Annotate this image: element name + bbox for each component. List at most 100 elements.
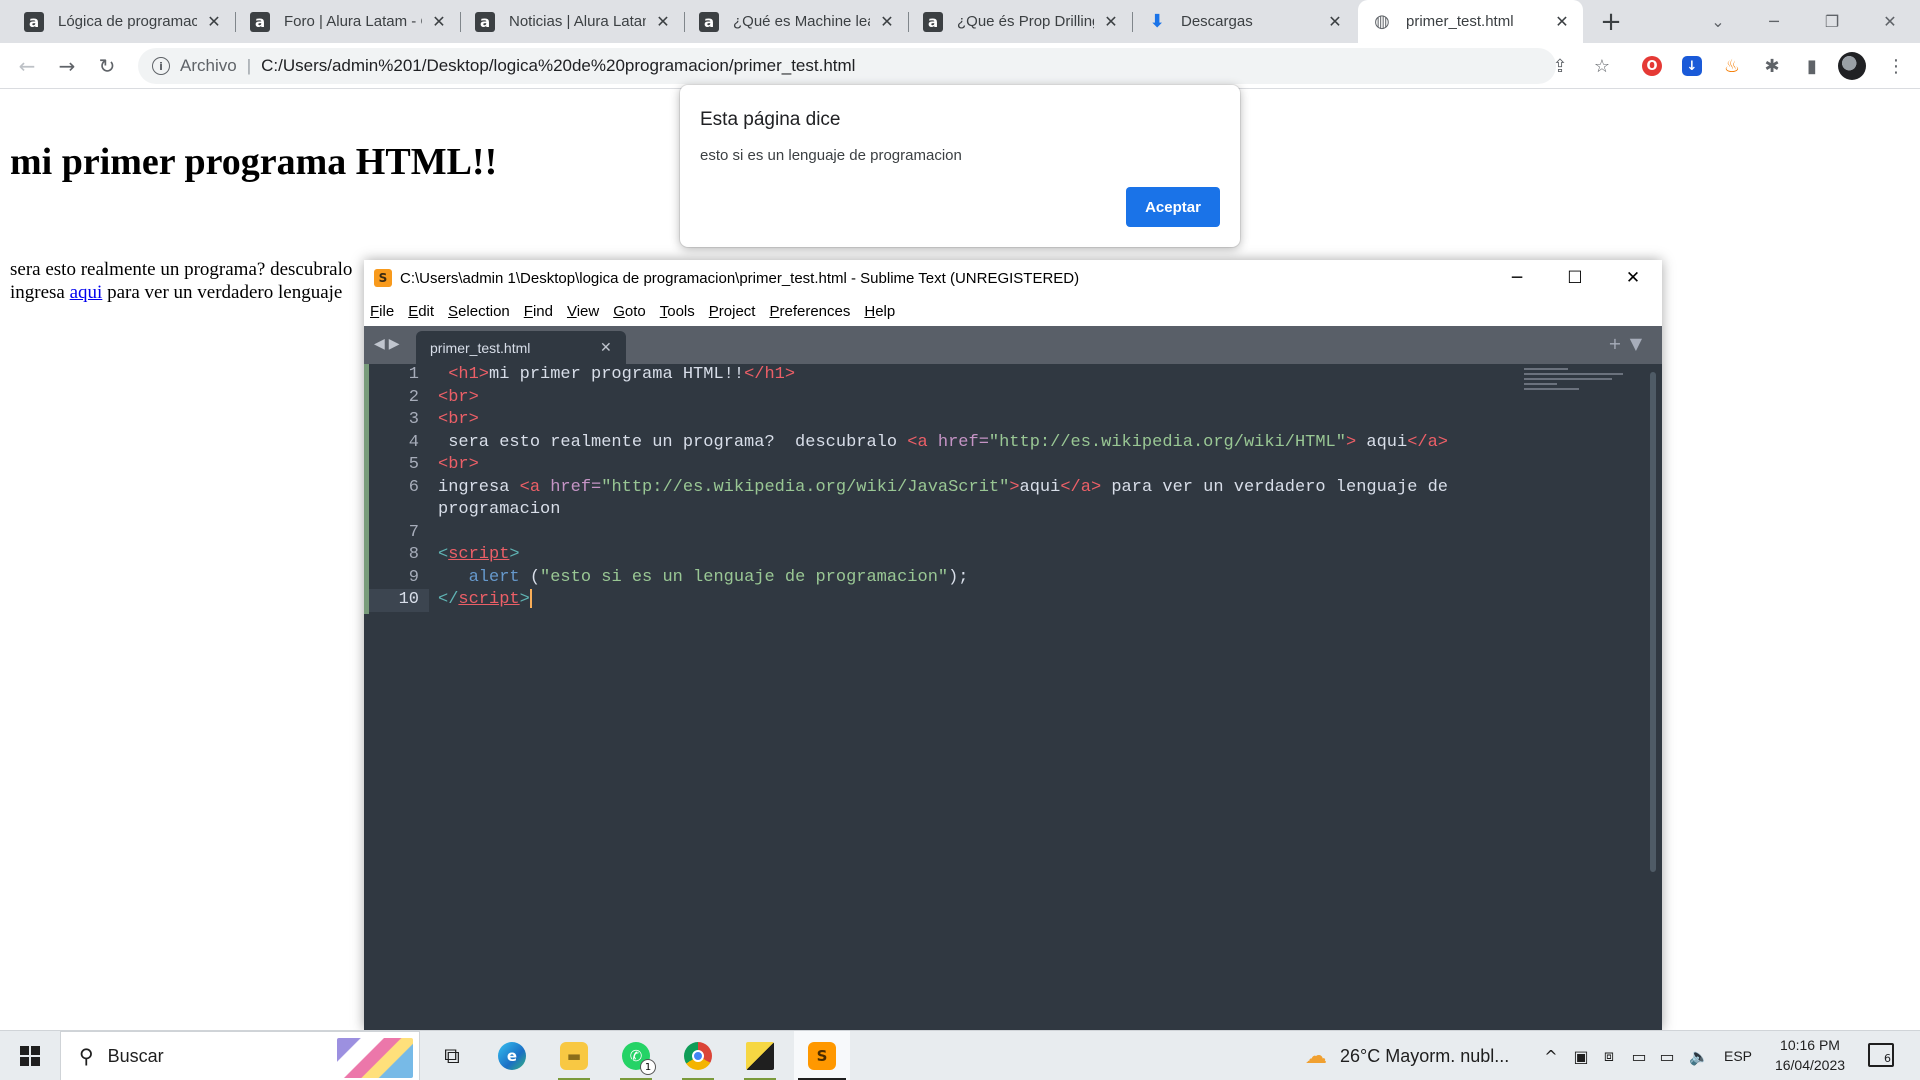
code-token: aqui xyxy=(1019,477,1061,497)
browser-tab-6[interactable]: ⬇ Descargas ✕ xyxy=(1133,0,1356,43)
menu-preferences[interactable]: Preferences xyxy=(769,303,850,320)
code-token: ingresa xyxy=(438,477,520,497)
close-tab-icon[interactable]: ✕ xyxy=(1551,11,1573,33)
taskbar-sticky-notes[interactable] xyxy=(732,1031,788,1080)
battery-icon[interactable]: ▭ xyxy=(1628,1045,1650,1067)
alert-dialog: Esta página dice esto si es un lenguaje … xyxy=(680,85,1240,247)
download-extension-icon[interactable]: ↓ xyxy=(1682,56,1702,76)
page-link-aqui[interactable]: aqui xyxy=(70,282,103,303)
weather-cloud-icon[interactable]: ☁ xyxy=(1300,1044,1332,1069)
menu-goto[interactable]: Goto xyxy=(613,303,646,320)
info-icon[interactable]: i xyxy=(152,57,170,75)
taskbar-sublime-text[interactable]: S xyxy=(794,1031,850,1080)
alert-accept-button[interactable]: Aceptar xyxy=(1126,187,1220,227)
browser-tab-5[interactable]: a ¿Que és Prop Drilling ✕ xyxy=(909,0,1132,43)
alert-message: esto si es un lenguaje de programacion xyxy=(700,147,962,164)
page-text-line-2: ingresa aqui para ver un verdadero lengu… xyxy=(10,282,342,304)
notification-count: 6 xyxy=(1884,1052,1891,1065)
extensions-puzzle-icon[interactable]: ✱ xyxy=(1760,54,1784,78)
restore-icon[interactable]: ❐ xyxy=(1804,0,1860,43)
code-editor[interactable]: 1 2 3 4 5 6 7 8 9 10 <h1>mi primer progr… xyxy=(364,364,1662,1030)
menu-selection[interactable]: Selection xyxy=(448,303,510,320)
close-window-icon[interactable]: ✕ xyxy=(1862,0,1918,43)
opera-extension-icon[interactable]: O xyxy=(1642,56,1662,76)
weather-text[interactable]: 26°C Mayorm. nubl... xyxy=(1340,1031,1509,1080)
browser-toolbar: ← → ↻ i Archivo | C:/Users/admin%201/Des… xyxy=(0,43,1920,89)
maximize-icon[interactable]: ☐ xyxy=(1546,260,1604,296)
alura-icon: a xyxy=(699,11,719,32)
taskbar-whatsapp[interactable]: ✆ 1 xyxy=(608,1031,664,1080)
search-highlight-image[interactable] xyxy=(337,1038,413,1078)
close-tab-icon[interactable]: ✕ xyxy=(203,11,225,33)
input-language[interactable]: ESP xyxy=(1724,1031,1752,1080)
back-arrow-icon[interactable]: ← xyxy=(12,51,42,81)
minimap[interactable] xyxy=(1524,368,1634,408)
forward-arrow-icon[interactable]: → xyxy=(52,51,82,81)
browser-tab-4[interactable]: a ¿Qué es Machine lear ✕ xyxy=(685,0,908,43)
menu-find[interactable]: Find xyxy=(524,303,553,320)
screen-capture-icon[interactable]: ⧈ xyxy=(1598,1045,1620,1067)
address-scheme-label: Archivo xyxy=(180,56,237,75)
windows-logo-icon xyxy=(20,1046,40,1066)
alert-title: Esta página dice xyxy=(700,109,841,130)
start-button[interactable] xyxy=(0,1031,60,1080)
browser-tab-active[interactable]: ◍ primer_test.html ✕ xyxy=(1358,0,1583,43)
browser-tab-2[interactable]: a Foro | Alura Latam - C ✕ xyxy=(236,0,460,43)
close-window-icon[interactable]: ✕ xyxy=(1604,260,1662,296)
tab-bar-actions-icon[interactable]: +▼ xyxy=(1608,334,1650,353)
meet-now-icon[interactable]: ▣ xyxy=(1570,1045,1592,1067)
tab-label: ¿Qué es Machine lear xyxy=(733,13,870,30)
notification-center-icon[interactable]: 6 xyxy=(1868,1043,1894,1067)
taskbar-chrome[interactable] xyxy=(670,1031,726,1080)
sublime-menu-bar: File Edit Selection Find View Goto Tools… xyxy=(364,296,1662,326)
minimize-icon[interactable]: ─ xyxy=(1488,260,1546,296)
volume-icon[interactable]: 🔈 xyxy=(1688,1045,1710,1067)
fire-extension-icon[interactable]: ♨ xyxy=(1720,54,1744,78)
menu-edit[interactable]: Edit xyxy=(408,303,434,320)
tab-search-icon[interactable]: ⌄ xyxy=(1690,0,1746,43)
show-hidden-icons-chevron-icon[interactable]: ^ xyxy=(1540,1045,1562,1067)
taskbar-file-explorer[interactable]: ▬ xyxy=(546,1031,602,1080)
taskbar-edge[interactable]: e xyxy=(484,1031,540,1080)
current-line-number: 10 xyxy=(369,589,429,612)
bookmark-star-icon[interactable]: ☆ xyxy=(1590,54,1614,78)
new-tab-button[interactable]: + xyxy=(1595,6,1627,38)
taskbar-search-box[interactable]: ⚲ Buscar xyxy=(60,1031,420,1080)
sublime-tab-name: primer_test.html xyxy=(430,339,531,356)
menu-tools[interactable]: Tools xyxy=(660,303,695,320)
code-token: > xyxy=(1009,477,1020,497)
close-tab-icon[interactable]: ✕ xyxy=(1100,11,1122,33)
code-token: ); xyxy=(948,567,969,587)
browser-tab-3[interactable]: a Noticias | Alura Latam ✕ xyxy=(461,0,684,43)
code-line-1: <h1>mi primer programa HTML!!</h1> xyxy=(438,364,1468,387)
download-icon: ⬇ xyxy=(1149,11,1165,32)
close-tab-icon[interactable]: ✕ xyxy=(428,11,450,33)
address-bar[interactable]: i Archivo | C:/Users/admin%201/Desktop/l… xyxy=(138,48,1556,84)
tab-nav-arrows-icon[interactable]: ◀▶ xyxy=(374,336,404,352)
tab-label: Descargas xyxy=(1181,13,1253,30)
close-tab-icon[interactable]: ✕ xyxy=(600,340,626,356)
close-tab-icon[interactable]: ✕ xyxy=(876,11,898,33)
menu-file[interactable]: File xyxy=(370,303,394,320)
profile-avatar[interactable] xyxy=(1838,52,1866,80)
side-panel-icon[interactable]: ▮ xyxy=(1800,54,1824,78)
reload-icon[interactable]: ↻ xyxy=(92,51,122,81)
sublime-file-tab[interactable]: primer_test.html ✕ xyxy=(416,331,626,364)
line2-after: para ver un verdadero lenguaje xyxy=(102,282,343,303)
minimize-icon[interactable]: ─ xyxy=(1746,0,1802,43)
tab-label: Lógica de programaci xyxy=(58,13,197,30)
menu-project[interactable]: Project xyxy=(709,303,756,320)
browser-menu-icon[interactable]: ⋮ xyxy=(1884,54,1908,78)
menu-help[interactable]: Help xyxy=(864,303,895,320)
menu-view[interactable]: View xyxy=(567,303,599,320)
close-tab-icon[interactable]: ✕ xyxy=(652,11,674,33)
editor-scrollbar[interactable] xyxy=(1650,372,1656,872)
close-tab-icon[interactable]: ✕ xyxy=(1324,11,1346,33)
network-icon[interactable]: ▭ xyxy=(1656,1045,1678,1067)
share-icon[interactable]: ⇪ xyxy=(1548,54,1572,78)
task-view-button[interactable]: ⧉ xyxy=(424,1031,480,1080)
alura-icon: a xyxy=(923,11,943,32)
browser-tab-1[interactable]: a Lógica de programaci ✕ xyxy=(10,0,235,43)
address-url[interactable]: C:/Users/admin%201/Desktop/logica%20de%2… xyxy=(261,56,855,76)
taskbar-clock[interactable]: 10:16 PM 16/04/2023 xyxy=(1760,1035,1860,1075)
